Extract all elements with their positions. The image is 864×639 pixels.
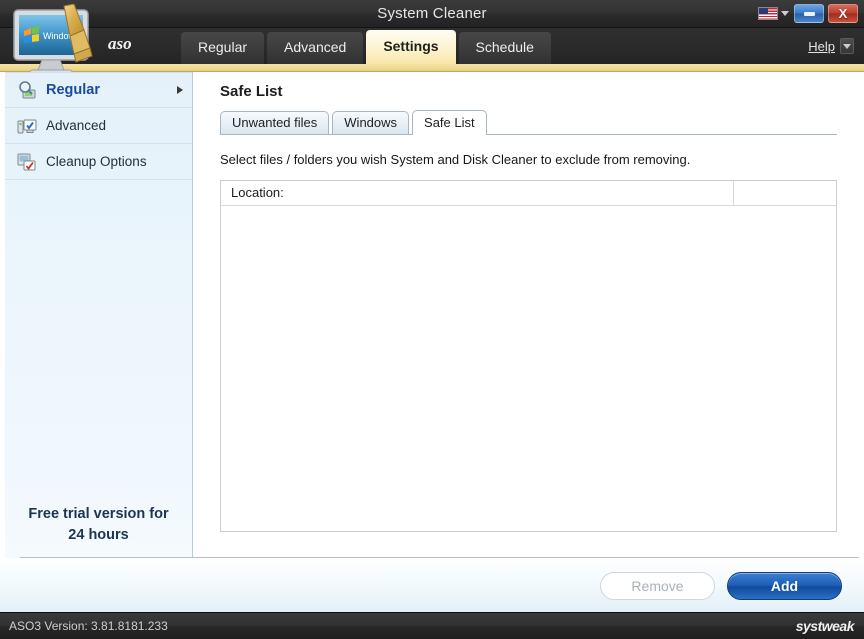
nav-tab-schedule[interactable]: Schedule xyxy=(459,32,551,64)
action-buttons: Remove Add xyxy=(600,572,842,600)
safe-list-box[interactable]: Location: xyxy=(220,180,837,532)
gold-accent-strip xyxy=(0,64,864,72)
sidebar: Regular Advanced xyxy=(5,72,193,612)
nav-tab-settings[interactable]: Settings xyxy=(366,30,455,64)
status-bar: ASO3 Version: 3.81.8181.233 systweak xyxy=(0,612,864,639)
tab-unwanted-files[interactable]: Unwanted files xyxy=(220,111,329,134)
sidebar-item-label: Regular xyxy=(46,82,100,98)
computer-check-icon xyxy=(17,116,37,136)
close-button[interactable]: X xyxy=(828,4,858,23)
column-header-location[interactable]: Location: xyxy=(221,181,734,205)
tab-safe-list[interactable]: Safe List xyxy=(412,110,487,135)
help-label: Help xyxy=(808,39,835,54)
minimize-button[interactable] xyxy=(794,4,824,23)
add-button[interactable]: Add xyxy=(727,572,842,600)
app-logo: WindowsV xyxy=(12,4,107,78)
brand-name: aso xyxy=(108,34,132,54)
magnifier-computer-icon xyxy=(17,80,37,100)
trial-line-1: Free trial version for xyxy=(5,504,192,525)
settings-sub-tabs: Unwanted files Windows Safe List xyxy=(220,110,837,135)
remove-button[interactable]: Remove xyxy=(600,572,715,600)
us-flag-icon xyxy=(758,7,778,20)
body-container: Regular Advanced xyxy=(0,72,864,612)
chevron-down-icon xyxy=(843,44,851,49)
sidebar-item-cleanup-options[interactable]: Cleanup Options xyxy=(5,144,192,180)
footer-divider xyxy=(20,557,859,558)
chevron-down-icon xyxy=(781,11,789,16)
help-menu[interactable]: Help xyxy=(808,38,854,54)
list-header-row: Location: xyxy=(221,181,836,206)
trial-line-2: 24 hours xyxy=(5,525,192,546)
application-window: System Cleaner X xyxy=(0,0,864,639)
tab-windows[interactable]: Windows xyxy=(332,111,409,134)
version-text: ASO3 Version: 3.81.8181.233 xyxy=(9,613,168,639)
main-nav-tabs: Regular Advanced Settings Schedule xyxy=(181,32,554,64)
window-controls: X xyxy=(757,4,858,23)
systweak-logo: systweak xyxy=(796,613,854,639)
sidebar-item-regular[interactable]: Regular xyxy=(5,72,192,108)
description-text: Select files / folders you wish System a… xyxy=(220,152,690,167)
sidebar-item-label: Advanced xyxy=(46,118,106,133)
column-header-extra[interactable] xyxy=(734,181,836,205)
nav-tab-advanced[interactable]: Advanced xyxy=(267,32,363,64)
content-panel: Safe List Unwanted files Windows Safe Li… xyxy=(194,72,859,612)
chevron-right-icon xyxy=(177,86,183,94)
sidebar-item-label: Cleanup Options xyxy=(46,154,147,169)
nav-tab-regular[interactable]: Regular xyxy=(181,32,264,64)
minimize-icon xyxy=(804,12,815,16)
sidebar-item-advanced[interactable]: Advanced xyxy=(5,108,192,144)
title-bar: System Cleaner X xyxy=(0,0,864,28)
page-title: Safe List xyxy=(220,83,283,100)
help-dropdown-button[interactable] xyxy=(840,38,854,54)
cleanup-check-icon xyxy=(17,152,37,172)
window-title: System Cleaner xyxy=(0,0,864,28)
language-selector[interactable] xyxy=(757,6,790,21)
close-icon: X xyxy=(839,7,848,20)
